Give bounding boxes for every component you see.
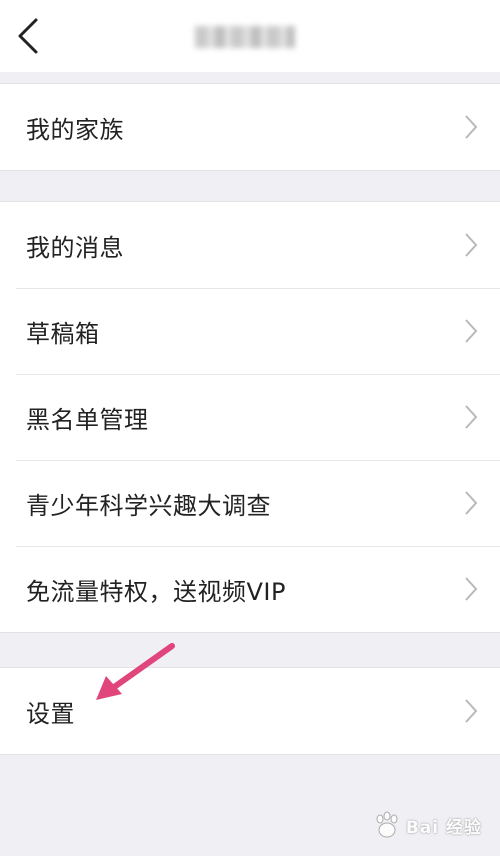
menu-item-free-data-vip[interactable]: 免流量特权，送视频VIP xyxy=(0,546,500,632)
chevron-right-icon xyxy=(465,115,478,139)
navigation-bar xyxy=(0,0,500,72)
back-button[interactable] xyxy=(14,16,46,56)
menu-item-label: 设置 xyxy=(26,699,75,728)
menu-item-label: 我的家族 xyxy=(26,115,124,144)
menu-group-settings: 设置 xyxy=(0,667,500,755)
menu-item-label: 黑名单管理 xyxy=(26,405,149,434)
menu-item-youth-science-survey[interactable]: 青少年科学兴趣大调查 xyxy=(0,460,500,546)
baidu-jingyan-watermark: Bai 经验 xyxy=(372,810,482,840)
chevron-right-icon xyxy=(465,405,478,429)
menu-item-label: 免流量特权，送视频VIP xyxy=(26,577,286,606)
paw-logo-icon xyxy=(376,811,398,838)
menu-item-label: 我的消息 xyxy=(26,233,124,262)
menu-item-my-family[interactable]: 我的家族 xyxy=(0,84,500,170)
menu-group-main: 我的消息 草稿箱 黑名单管理 青少年科学兴趣大调查 免流量特权，送视频VIP xyxy=(0,201,500,633)
page-title-blurred xyxy=(150,18,340,56)
blurred-title xyxy=(195,26,295,48)
watermark-text: Bai 经验 xyxy=(405,817,482,838)
annotation-arrow-icon xyxy=(96,643,175,700)
chevron-right-icon xyxy=(465,699,478,723)
menu-item-settings[interactable]: 设置 xyxy=(0,668,500,754)
menu-item-drafts[interactable]: 草稿箱 xyxy=(0,288,500,374)
menu-group-family: 我的家族 xyxy=(0,83,500,171)
chevron-right-icon xyxy=(465,233,478,257)
chevron-right-icon xyxy=(465,319,478,343)
menu-item-blacklist[interactable]: 黑名单管理 xyxy=(0,374,500,460)
chevron-left-icon xyxy=(18,18,38,54)
menu-item-label: 青少年科学兴趣大调查 xyxy=(26,491,271,520)
menu-item-my-messages[interactable]: 我的消息 xyxy=(0,202,500,288)
chevron-right-icon xyxy=(465,577,478,601)
chevron-right-icon xyxy=(465,491,478,515)
menu-item-label: 草稿箱 xyxy=(26,319,100,348)
